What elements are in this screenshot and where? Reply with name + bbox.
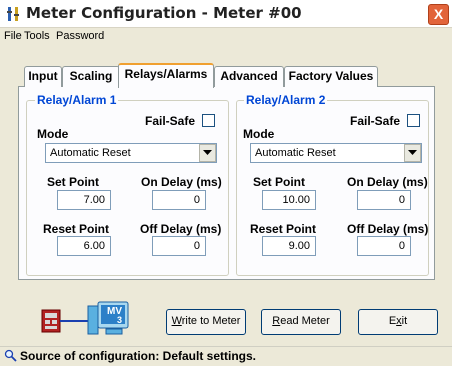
exit-label-rest: it [401, 315, 408, 327]
relay2-reset-point-input[interactable]: 9.00 [262, 236, 316, 256]
exit-button[interactable]: Exit [358, 309, 438, 335]
search-icon [4, 349, 17, 362]
menu-password[interactable]: Password [56, 30, 104, 42]
relay1-reset-point-label: Reset Point [43, 222, 110, 236]
menu-tools[interactable]: Tools [24, 30, 50, 42]
relay1-off-delay-input[interactable]: 0 [152, 236, 206, 256]
relay1-reset-point-input[interactable]: 6.00 [57, 236, 111, 256]
read-label-rest: ead Meter [280, 315, 330, 327]
relay1-set-point-label: Set Point [47, 175, 100, 189]
relay2-on-delay-label: On Delay (ms) [347, 175, 428, 189]
relay-alarm-1-title: Relay/Alarm 1 [35, 93, 119, 107]
relay1-set-point-input[interactable]: 7.00 [57, 190, 111, 210]
relay2-off-delay-input[interactable]: 0 [357, 236, 411, 256]
write-to-meter-button[interactable]: Write to Meter [166, 309, 246, 335]
relay2-on-delay-input[interactable]: 0 [357, 190, 411, 210]
relay1-failsafe-label: Fail-Safe [145, 114, 196, 128]
meter-config-app-icon [6, 6, 22, 22]
relay1-mode-label: Mode [37, 127, 69, 141]
relay2-mode-label: Mode [243, 127, 275, 141]
relay2-failsafe-label: Fail-Safe [350, 114, 401, 128]
relay2-mode-value: Automatic Reset [255, 147, 336, 159]
monitor-sub-label: 3 [117, 315, 123, 325]
chevron-down-icon[interactable] [199, 144, 216, 162]
relay-alarm-2-title: Relay/Alarm 2 [244, 93, 328, 107]
relay1-mode-value: Automatic Reset [50, 147, 131, 159]
meter-connection-icon: MV 3 [40, 300, 140, 340]
relay1-off-delay-label: Off Delay (ms) [140, 222, 222, 236]
write-hotkey: W [171, 315, 182, 327]
tab-input[interactable]: Input [24, 66, 62, 87]
relay1-mode-select[interactable]: Automatic Reset [45, 143, 217, 163]
tab-relays-alarms[interactable]: Relays/Alarms [118, 63, 214, 88]
tab-advanced[interactable]: Advanced [214, 66, 284, 87]
chevron-down-icon[interactable] [404, 144, 421, 162]
relay1-failsafe-checkbox[interactable] [202, 114, 215, 127]
window-title: Meter Configuration - Meter #00 [26, 4, 302, 22]
read-hotkey: R [272, 315, 281, 327]
tab-scaling[interactable]: Scaling [62, 66, 120, 87]
write-label-rest: rite to Meter [181, 315, 241, 327]
relay2-mode-select[interactable]: Automatic Reset [250, 143, 422, 163]
relay2-set-point-input[interactable]: 10.00 [262, 190, 316, 210]
tab-factory-values[interactable]: Factory Values [284, 66, 378, 87]
status-text: Source of configuration: Default setting… [20, 349, 257, 363]
relay1-on-delay-input[interactable]: 0 [152, 190, 206, 210]
relay1-on-delay-label: On Delay (ms) [141, 175, 222, 189]
read-meter-button[interactable]: Read Meter [261, 309, 341, 335]
relay2-reset-point-label: Reset Point [250, 222, 317, 236]
menu-file[interactable]: File [4, 30, 22, 42]
relay2-set-point-label: Set Point [253, 175, 306, 189]
relay2-off-delay-label: Off Delay (ms) [347, 222, 429, 236]
relay2-failsafe-checkbox[interactable] [407, 114, 420, 127]
close-button[interactable]: X [428, 4, 449, 25]
